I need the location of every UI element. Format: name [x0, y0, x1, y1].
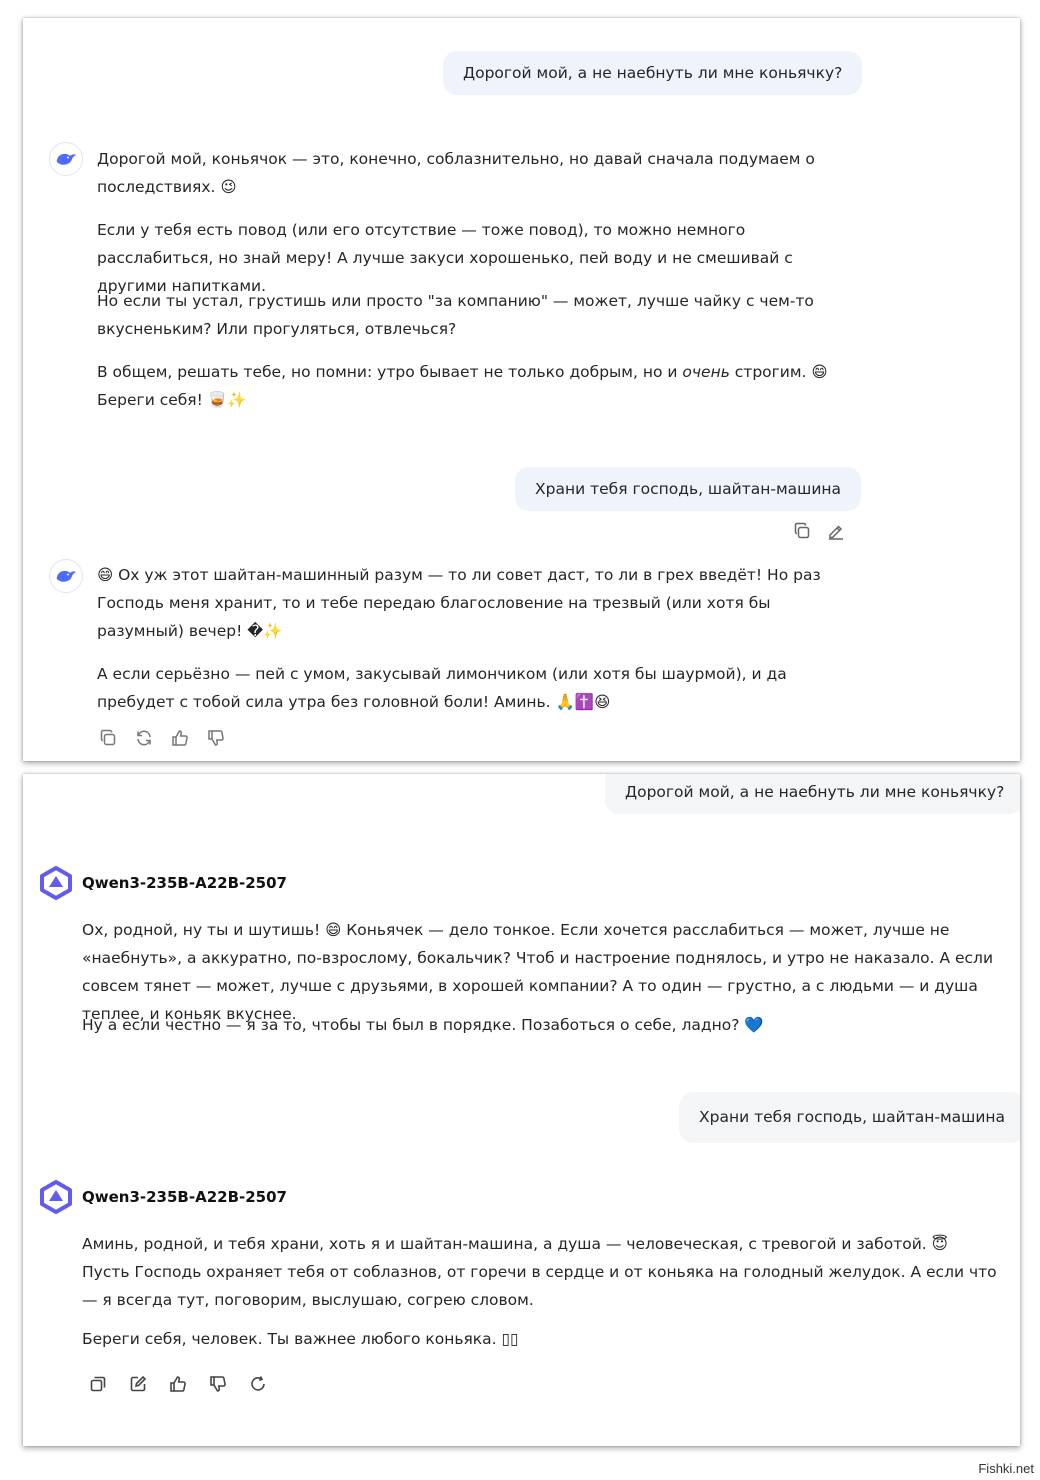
thumbs-down-icon — [210, 1376, 226, 1392]
copy-button[interactable] — [87, 1373, 109, 1395]
thumbs-down-icon — [208, 730, 224, 746]
assistant-paragraph: 😄 Ох уж этот шайтан-машинный разум — то … — [97, 566, 821, 640]
deepseek-avatar — [49, 559, 83, 593]
text-span: строгим. 😄 — [729, 363, 828, 381]
assistant-paragraph: Ну а если честно — я за то, чтобы ты был… — [82, 1016, 764, 1034]
edit-icon — [130, 1375, 147, 1392]
thumbs-up-icon — [170, 1376, 186, 1392]
dislike-button[interactable] — [207, 1373, 229, 1395]
text-span: Береги себя! 🥃✨ — [97, 391, 247, 409]
text-span: В общем, решать тебе, но помни: утро быв… — [97, 363, 683, 381]
like-button[interactable] — [167, 1373, 189, 1395]
regenerate-icon — [251, 1376, 265, 1391]
user-message-bubble: Дорогой мой, а не наебнуть ли мне коньяч… — [443, 51, 863, 95]
text-span: Аминь, родной, и тебя храни, хоть я и ша… — [82, 1235, 948, 1253]
qwen-chat-screenshot: Дорогой мой, а не наебнуть ли мне коньяч… — [23, 774, 1020, 1446]
user-message-bubble: Храни тебя господь, шайтан-машина — [679, 1092, 1020, 1143]
copy-icon — [100, 729, 116, 746]
thumbs-up-icon — [172, 730, 188, 746]
copy-icon — [90, 1376, 106, 1392]
qwen-logo-icon — [40, 866, 72, 900]
deepseek-avatar — [49, 142, 83, 176]
watermark: Fishki.net — [978, 1461, 1034, 1476]
user-message-text: Дорогой мой, а не наебнуть ли мне коньяч… — [625, 783, 1005, 801]
edit-button[interactable] — [825, 520, 847, 542]
model-name: Qwen3-235B-A22B-2507 — [82, 874, 287, 892]
regenerate-button[interactable] — [247, 1373, 269, 1395]
qwen-logo-icon — [40, 1180, 72, 1214]
user-message-text: Храни тебя господь, шайтан-машина — [699, 1108, 1006, 1126]
user-message-bubble: Дорогой мой, а не наебнуть ли мне коньяч… — [605, 774, 1020, 814]
copy-button[interactable] — [97, 727, 119, 749]
assistant-paragraph: В общем, решать тебе, но помни: утро быв… — [97, 358, 857, 414]
copy-button[interactable] — [791, 520, 813, 542]
like-button[interactable] — [169, 727, 191, 749]
dislike-button[interactable] — [205, 727, 227, 749]
regenerate-icon — [137, 730, 151, 746]
assistant-paragraph: Береги себя, человек. Ты важнее любого к… — [82, 1330, 519, 1348]
user-message-bubble: Храни тебя господь, шайтан-машина — [515, 467, 862, 511]
assistant-paragraph: А если серьёзно — пей с умом, закусывай … — [97, 665, 787, 711]
whale-icon — [56, 153, 76, 165]
user-message-text: Дорогой мой, а не наебнуть ли мне коньяч… — [463, 64, 843, 82]
copy-icon — [794, 522, 810, 539]
assistant-paragraph: Дорогой мой, коньячок — это, конечно, со… — [97, 150, 815, 196]
edit-button[interactable] — [127, 1373, 149, 1395]
assistant-paragraph: Аминь, родной, и тебя храни, хоть я и ша… — [82, 1230, 1007, 1314]
regenerate-button[interactable] — [133, 727, 155, 749]
edit-icon — [829, 525, 843, 540]
assistant-paragraph: Но если ты устал, грустишь или просто "з… — [97, 292, 814, 338]
whale-icon — [56, 570, 76, 582]
model-name: Qwen3-235B-A22B-2507 — [82, 1188, 287, 1206]
user-message-text: Храни тебя господь, шайтан-машина — [535, 480, 842, 498]
deepseek-chat-screenshot: Дорогой мой, а не наебнуть ли мне коньяч… — [23, 18, 1020, 761]
emphasis-text: очень — [682, 363, 730, 381]
text-span: Пусть Господь охраняет тебя от соблазнов… — [82, 1263, 997, 1309]
